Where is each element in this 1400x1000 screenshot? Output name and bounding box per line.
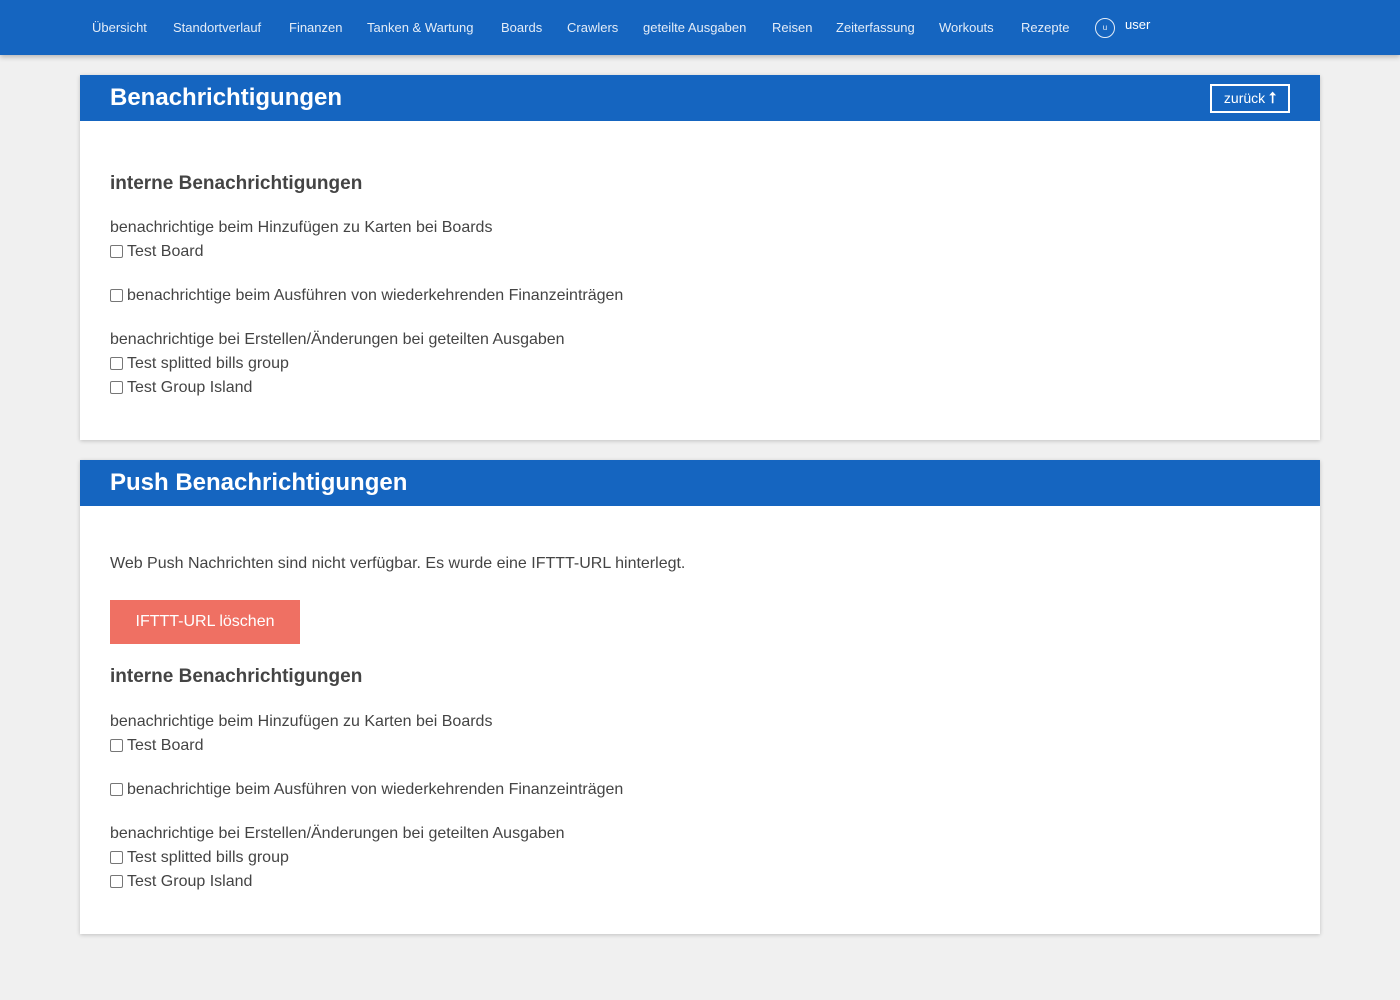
checkbox-label-group-island: Test Group Island: [127, 873, 253, 890]
nav-item-tanken-wartung[interactable]: Tanken & Wartung: [367, 19, 473, 37]
user-avatar[interactable]: u: [1095, 18, 1115, 38]
splitbills-notification-label: benachrichtige bei Erstellen/Änderungen …: [110, 825, 565, 842]
notifications-card: Benachrichtigungen zurück ⭡ interne Bena…: [80, 75, 1320, 440]
nav-item-rezepte[interactable]: Rezepte: [1021, 19, 1069, 37]
push-info-text: Web Push Nachrichten sind nicht verfügba…: [110, 555, 686, 572]
splitbills-notification-label: benachrichtige bei Erstellen/Änderungen …: [110, 331, 565, 348]
nav-item-uebersicht[interactable]: Übersicht: [92, 19, 147, 37]
nav-item-reisen[interactable]: Reisen: [772, 19, 812, 37]
checkbox-recurring-finance[interactable]: [110, 783, 123, 796]
nav-item-finanzen[interactable]: Finanzen: [289, 19, 342, 37]
checkbox-label-test-board: Test Board: [127, 737, 204, 754]
checkbox-label-test-board: Test Board: [127, 243, 204, 260]
boards-notification-label: benachrichtige beim Hinzufügen zu Karten…: [110, 713, 493, 730]
card-title-push: Push Benachrichtigungen: [110, 469, 408, 496]
section-title-internal: interne Benachrichtigungen: [110, 666, 363, 687]
checkbox-label-recurring-finance: benachrichtige beim Ausführen von wieder…: [127, 287, 624, 304]
checkbox-label-splitted-bills-group: Test splitted bills group: [127, 849, 289, 866]
delete-ifttt-url-button[interactable]: IFTTT-URL löschen: [110, 600, 300, 644]
checkbox-splitted-bills-group[interactable]: [110, 357, 123, 370]
checkbox-label-group-island: Test Group Island: [127, 379, 253, 396]
top-navbar: Übersicht Standortverlauf Finanzen Tanke…: [0, 0, 1400, 55]
page-title: Benachrichtigungen: [110, 84, 343, 111]
user-menu[interactable]: user: [1125, 16, 1150, 34]
boards-notification-label: benachrichtige beim Hinzufügen zu Karten…: [110, 219, 493, 236]
nav-item-workouts[interactable]: Workouts: [939, 19, 994, 37]
checkbox-test-board[interactable]: [110, 739, 123, 752]
checkbox-group-island[interactable]: [110, 381, 123, 394]
checkbox-group-island[interactable]: [110, 875, 123, 888]
nav-item-standortverlauf[interactable]: Standortverlauf: [173, 19, 261, 37]
card-header: Benachrichtigungen zurück ⭡: [80, 75, 1320, 121]
push-notifications-card: Push Benachrichtigungen Web Push Nachric…: [80, 460, 1320, 934]
checkbox-splitted-bills-group[interactable]: [110, 851, 123, 864]
nav-item-crawlers[interactable]: Crawlers: [567, 19, 618, 37]
checkbox-label-splitted-bills-group: Test splitted bills group: [127, 355, 289, 372]
card-header: Push Benachrichtigungen: [80, 460, 1320, 506]
nav-item-boards[interactable]: Boards: [501, 19, 542, 37]
checkbox-test-board[interactable]: [110, 245, 123, 258]
checkbox-label-recurring-finance: benachrichtige beim Ausführen von wieder…: [127, 781, 624, 798]
arrow-up-icon: ⭡: [1269, 90, 1277, 107]
nav-item-geteilte-ausgaben[interactable]: geteilte Ausgaben: [643, 19, 746, 37]
back-button-label: zurück: [1223, 90, 1266, 106]
nav-item-zeiterfassung[interactable]: Zeiterfassung: [836, 19, 915, 37]
back-button[interactable]: zurück ⭡: [1210, 84, 1290, 113]
checkbox-recurring-finance[interactable]: [110, 289, 123, 302]
section-title-internal: interne Benachrichtigungen: [110, 173, 363, 194]
